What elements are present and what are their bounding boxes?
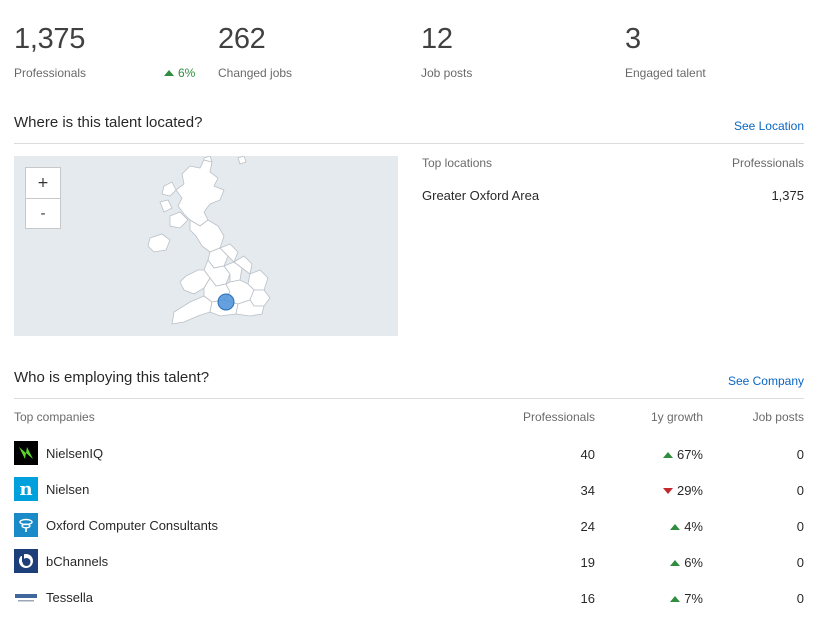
location-marker[interactable] [217,293,235,311]
growth-cell: 6% [670,555,703,570]
arrow-up-icon [670,596,681,602]
section-title: Where is this talent located? [14,114,203,131]
nielsen-logo-icon: n [14,477,38,501]
stat-label: Professionals [14,66,87,80]
growth-cell: 67% [662,447,703,462]
top-locations-header: Top locations Professionals [422,156,804,172]
col-header-professionals: Professionals [522,410,595,424]
growth-value: 67% [676,447,703,462]
stat-value: 12 [421,23,453,55]
company-name[interactable]: Nielsen [46,482,89,497]
top-locations-panel: Top locations Professionals Greater Oxfo… [422,156,804,208]
table-row[interactable]: Oxford Computer Consultants 24 4% 0 [14,512,804,548]
top-companies-table: Top companies Professionals 1y growth Jo… [14,410,804,620]
stat-professionals: 1,375 Professionals 6% [14,20,195,80]
growth-cell: 4% [670,519,703,534]
company-cell: Oxford Computer Consultants [14,512,218,538]
nielseniq-logo-icon [14,441,38,465]
professionals-count: 19 [580,555,595,570]
company-section-header: Who is employing this talent? See Compan… [14,369,804,399]
arrow-up-icon [164,70,174,76]
arrow-up-icon [670,524,681,530]
location-section-header: Where is this talent located? See Locati… [14,114,804,144]
table-row[interactable]: NielsenIQ 40 67% 0 [14,440,804,476]
job-posts-count: 0 [796,447,804,462]
section-title: Who is employing this talent? [14,369,210,386]
location-name: Greater Oxford Area [422,188,540,203]
stat-engaged-talent: 3 Engaged talent [625,20,706,80]
table-header: Top companies Professionals 1y growth Jo… [14,410,804,428]
growth-value: 29% [676,483,703,498]
zoom-out-button[interactable]: - [26,198,60,228]
professionals-count: 24 [580,519,595,534]
col-header-job-posts: Job posts [752,410,804,424]
see-company-link[interactable]: See Company [728,374,804,388]
growth-value: 4% [684,519,703,534]
professionals-label: Professionals [731,156,804,170]
tessella-logo-icon [14,585,38,609]
professionals-count: 34 [580,483,595,498]
company-cell: NielsenIQ [14,440,103,466]
growth-cell: 7% [670,591,703,606]
stat-label: Job posts [421,66,473,80]
company-cell: bChannels [14,548,108,574]
growth-value: 7% [684,591,703,606]
company-name[interactable]: Oxford Computer Consultants [46,518,218,533]
growth-value: 6% [684,555,703,570]
arrow-up-icon [670,560,681,566]
stat-value: 262 [218,23,266,55]
occ-logo-icon [14,513,38,537]
stat-value: 1,375 [14,23,86,55]
job-posts-count: 0 [796,555,804,570]
stat-change-value: 6% [178,66,196,80]
company-name[interactable]: bChannels [46,554,108,569]
location-row[interactable]: Greater Oxford Area 1,375 [422,188,804,208]
stat-label: Changed jobs [218,66,293,80]
job-posts-count: 0 [796,519,804,534]
col-header-company: Top companies [14,410,95,424]
table-row[interactable]: n Nielsen 34 29% 0 [14,476,804,512]
map-zoom-controls: + - [25,167,61,229]
company-name[interactable]: Tessella [46,590,93,605]
see-location-link[interactable]: See Location [734,119,804,133]
professionals-count: 16 [580,591,595,606]
top-locations-label: Top locations [422,156,493,170]
company-cell: Tessella [14,584,93,610]
stat-change: 6% [164,66,195,80]
professionals-count: 40 [580,447,595,462]
stat-job-posts: 12 Job posts [421,20,472,80]
location-count: 1,375 [771,188,804,203]
col-header-growth: 1y growth [650,410,703,424]
growth-cell: 29% [662,483,703,498]
table-row[interactable]: bChannels 19 6% 0 [14,548,804,584]
uk-map [147,156,271,325]
stat-label: Engaged talent [625,66,706,80]
arrow-up-icon [662,452,673,458]
zoom-in-button[interactable]: + [26,168,60,198]
job-posts-count: 0 [796,591,804,606]
arrow-down-icon [662,488,673,494]
stats-bar: 1,375 Professionals 6% 262 Changed jobs … [14,20,804,90]
stat-changed-jobs: 262 Changed jobs [218,20,292,80]
company-cell: n Nielsen [14,476,89,502]
table-row[interactable]: Tessella 16 7% 0 [14,584,804,620]
job-posts-count: 0 [796,483,804,498]
location-map[interactable]: + - [14,156,398,336]
stat-value: 3 [625,23,641,55]
map-regions [147,156,271,325]
bchannels-logo-icon [14,549,38,573]
company-name[interactable]: NielsenIQ [46,446,103,461]
